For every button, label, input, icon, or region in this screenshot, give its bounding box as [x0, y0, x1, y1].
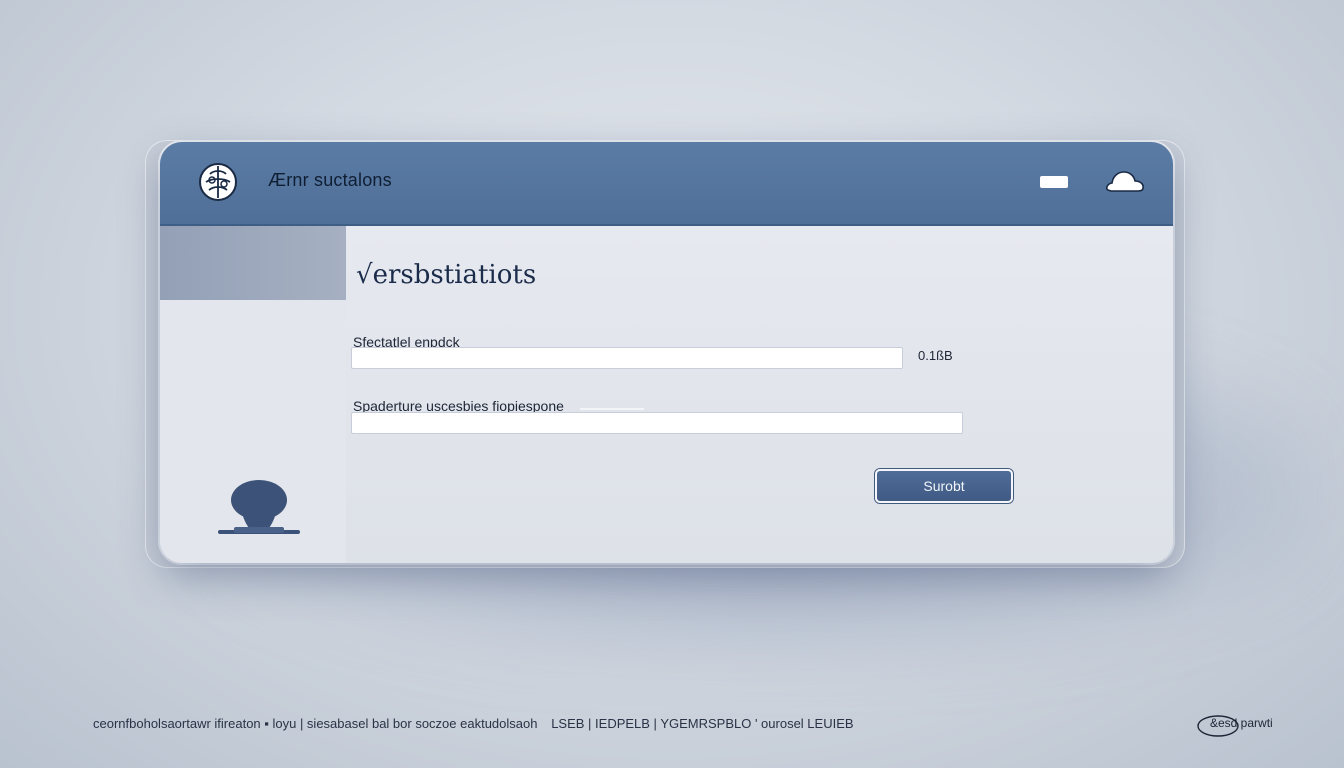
minimize-icon[interactable] [1040, 176, 1068, 188]
submit-button[interactable]: Surobt [875, 469, 1013, 503]
field-suffix-1: 0.1ßB [918, 348, 953, 363]
text-input-2[interactable] [351, 412, 963, 434]
cloud-icon[interactable] [1104, 164, 1146, 196]
text-input-1[interactable] [351, 347, 903, 369]
title-bar: Ærnr suctalons [160, 142, 1173, 226]
app-title: Ærnr suctalons [268, 170, 392, 190]
app-window: Ærnr suctalons √ersbstiatiots Sfectatlel… [160, 142, 1173, 563]
page-title: √ersbstiatiots [356, 260, 537, 290]
sidebar-header-block [160, 226, 346, 300]
main-content: √ersbstiatiots [346, 226, 1173, 563]
brain-icon[interactable] [196, 160, 240, 204]
label-underline [580, 408, 644, 410]
user-avatar-icon[interactable] [214, 478, 304, 544]
footer-text: ceornfboholsaortawr ifireaton ▪ loyu | s… [93, 716, 854, 731]
footer-logo-label: &esd parwti [1210, 716, 1273, 730]
footer-logo: &esd parwti [1196, 712, 1278, 740]
